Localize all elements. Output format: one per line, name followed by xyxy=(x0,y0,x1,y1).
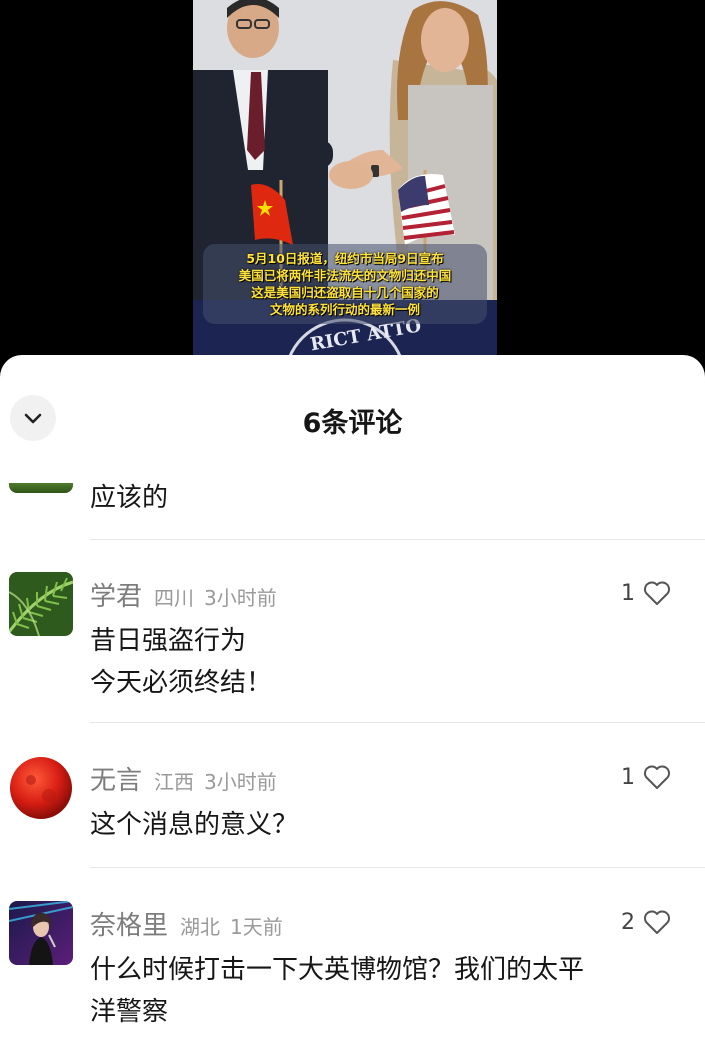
comment-text: 这个消息的意义？ xyxy=(90,804,680,846)
comment-text: 昔日强盗行为 今天必须终结！ xyxy=(90,620,680,704)
avatar[interactable] xyxy=(9,901,73,965)
caption-line: 文物的系列行动的最新一例 xyxy=(269,302,420,317)
comment-count-title: 6条评论 xyxy=(302,408,403,439)
like-button[interactable]: 1 xyxy=(621,580,671,606)
caption-line: 这是美国归还盗取自十几个国家的 xyxy=(251,285,439,300)
comment-meta: 奈格里 湖北 1天前 xyxy=(90,905,283,942)
comment-line: 这个消息的意义？ xyxy=(90,810,299,840)
avatar[interactable] xyxy=(9,756,73,820)
location: 江西 xyxy=(154,770,195,794)
comment-text: 应该的 xyxy=(90,483,169,513)
comment-line: 今天必须终结！ xyxy=(90,668,273,698)
heart-icon[interactable] xyxy=(643,580,671,606)
timestamp: 1天前 xyxy=(230,915,283,939)
username[interactable]: 无言 xyxy=(90,760,142,797)
comment-line: 昔日强盗行为 xyxy=(90,626,247,656)
divider xyxy=(90,539,705,540)
comment-meta: 学君 四川 3小时前 xyxy=(90,576,277,613)
video-caption: 5月10日报道，纽约市当局9日宣布 美国已将两件非法流失的文物归还中国 这是美国… xyxy=(203,244,487,324)
avatar[interactable] xyxy=(9,572,73,636)
avatar[interactable] xyxy=(9,483,73,493)
location: 湖北 xyxy=(180,915,221,939)
username[interactable]: 奈格里 xyxy=(90,905,168,942)
like-count: 1 xyxy=(621,580,635,606)
heart-icon[interactable] xyxy=(643,764,671,790)
divider xyxy=(90,867,705,868)
sheet-header: 6条评论 xyxy=(0,355,705,483)
like-button[interactable]: 1 xyxy=(621,764,671,790)
like-count: 2 xyxy=(621,909,635,935)
video-frame[interactable]: RICT ATTO 5月10日报道，纽约市当局9日宣布 美国已将两件非法流失的文… xyxy=(193,0,497,380)
red-moon-avatar-image xyxy=(9,756,73,820)
comment-sheet: 6条评论 应该的 学君 四川 3小时前 1 昔日强盗行为 今天必须终结！ 无言 … xyxy=(0,355,705,1040)
comment-meta: 无言 江西 3小时前 xyxy=(90,760,277,797)
fern-avatar-image xyxy=(9,572,73,636)
timestamp: 3小时前 xyxy=(204,770,277,794)
singer-avatar-image xyxy=(9,901,73,965)
like-button[interactable]: 2 xyxy=(621,909,671,935)
divider xyxy=(90,722,705,723)
comment-item[interactable]: 应该的 xyxy=(0,473,705,541)
username[interactable]: 学君 xyxy=(90,576,142,613)
timestamp: 3小时前 xyxy=(204,586,277,610)
comment-line: 什么时候打击一下大英博物馆？我们的太平 xyxy=(90,955,585,985)
comment-line: 洋警察 xyxy=(90,997,169,1027)
heart-icon[interactable] xyxy=(643,909,671,935)
caption-line: 美国已将两件非法流失的文物归还中国 xyxy=(238,268,452,283)
comment-text: 什么时候打击一下大英博物馆？我们的太平 洋警察 xyxy=(90,949,680,1033)
like-count: 1 xyxy=(621,764,635,790)
location: 四川 xyxy=(154,586,195,610)
video-player[interactable]: RICT ATTO 5月10日报道，纽约市当局9日宣布 美国已将两件非法流失的文… xyxy=(0,0,705,380)
caption-line: 5月10日报道，纽约市当局9日宣布 xyxy=(246,251,444,266)
